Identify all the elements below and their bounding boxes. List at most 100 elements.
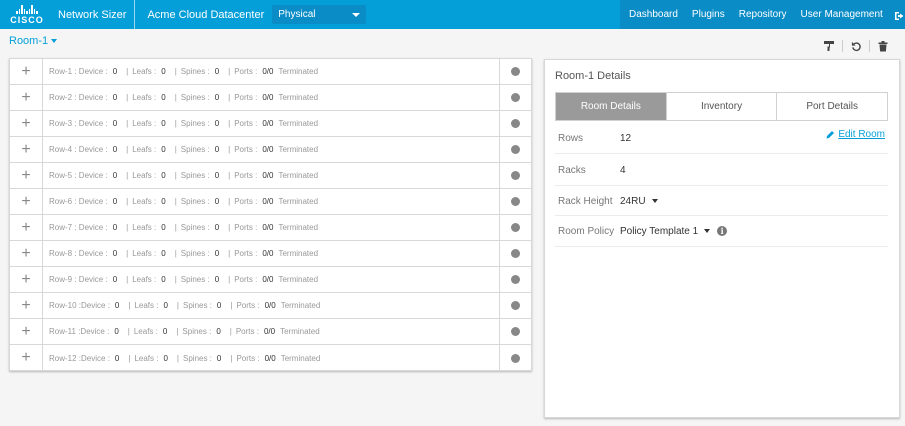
room-selector-label: Room-1 [9,35,49,47]
separator: | [174,223,177,232]
expand-plus-icon[interactable]: + [10,85,43,110]
spines-count: 0 [214,223,220,232]
separator: | [174,119,177,128]
row-item[interactable]: + Row-1 : Device :0 | Leafs :0 | Spines :0 | P… [10,59,531,85]
row-item[interactable]: + Row-9 : Device :0 | Leafs :0 | Spines :0 | P… [10,267,531,293]
expand-plus-icon[interactable]: + [10,345,43,371]
spines-count: 0 [216,327,221,336]
row-name: Row-4 : [49,145,77,154]
expand-plus-icon[interactable]: + [10,163,43,188]
expand-plus-icon[interactable]: + [10,267,43,292]
expand-plus-icon[interactable]: + [10,241,43,266]
racks-value: 4 [620,164,626,176]
row-status [500,215,531,240]
separator: | [126,93,129,102]
nav-repository[interactable]: Repository [732,9,794,20]
row-item[interactable]: + Row-4 : Device :0 | Leafs :0 | Spines :0 | P… [10,137,531,163]
separator: | [228,223,231,232]
cisco-logo[interactable]: CISCO [4,0,50,29]
device-count: 0 [114,327,119,336]
row-item[interactable]: + Row-2 : Device :0 | Leafs :0 | Spines :0 | P… [10,85,531,111]
ports-label: Ports : [234,119,258,128]
header-divider [134,0,136,29]
cisco-logo-text: CISCO [10,14,44,25]
leafs-label: Leafs : [132,119,157,128]
room-selector[interactable]: Room-1 [9,35,58,47]
separator: | [230,301,233,310]
status-dot-icon [511,67,520,76]
row-summary: Row-9 : Device :0 | Leafs :0 | Spines :0 | Por… [43,267,500,292]
row-name: Row-9 : [49,275,77,284]
separator: | [126,171,129,180]
separator: | [126,67,129,76]
row-item[interactable]: + Row-11 : Device :0 | Leafs :0 | Spines :0 | P… [10,319,531,345]
status-dot-icon [511,301,520,310]
ports-count: 0/0 [262,275,274,284]
undo-icon[interactable] [849,39,863,53]
ports-count: 0/0 [262,67,274,76]
ports-label: Ports : [234,171,258,180]
nav-plugins[interactable]: Plugins [685,9,732,20]
room-policy-value: Policy Template 1 [620,225,699,237]
view-select[interactable]: Physical [272,5,367,24]
device-count: 0 [112,249,118,258]
main-nav: Dashboard Plugins Repository User Manage… [620,0,905,29]
room-policy-dropdown[interactable]: Policy Template 1 i [620,225,728,237]
leafs-label: Leafs : [132,93,157,102]
row-item[interactable]: + Row-8 : Device :0 | Leafs :0 | Spines :0 | P… [10,241,531,267]
field-room-policy: Room Policy Policy Template 1 i [555,216,888,247]
row-name: Row-6 : [49,197,77,206]
separator: | [174,275,177,284]
info-icon[interactable]: i [717,226,728,236]
terminated-label: Terminated [278,275,319,284]
app-title[interactable]: Network Sizer [58,9,126,21]
tab-room-details[interactable]: Room Details [556,93,667,120]
separator: | [174,145,177,154]
separator: | [176,301,179,310]
rack-height-dropdown[interactable]: 24RU [620,196,658,207]
row-item[interactable]: + Row-6 : Device :0 | Leafs :0 | Spines :0 | P… [10,189,531,215]
tab-port-details[interactable]: Port Details [777,93,888,120]
leafs-label: Leafs : [134,301,159,310]
leafs-count: 0 [161,249,166,258]
leafs-label: Leafs : [132,67,157,76]
room-toolbar [822,39,890,53]
paint-roller-icon[interactable] [822,39,836,53]
ports-count: 0/0 [262,171,274,180]
expand-plus-icon[interactable]: + [10,189,43,214]
ports-label: Ports : [234,275,258,284]
row-item[interactable]: + Row-12 : Device :0 | Leafs :0 | Spines :0 | P… [10,345,531,371]
spines-label: Spines : [183,301,212,310]
spines-count: 0 [214,275,220,284]
row-item[interactable]: + Row-7 : Device :0 | Leafs :0 | Spines :0 | P… [10,215,531,241]
leafs-count: 0 [161,197,166,206]
status-dot-icon [511,223,520,232]
separator: | [174,197,177,206]
nav-dashboard[interactable]: Dashboard [620,9,685,20]
device-label: Device : [78,145,108,154]
expand-plus-icon[interactable]: + [10,59,43,84]
nav-user-management[interactable]: User Management [794,9,890,20]
expand-plus-icon[interactable]: + [10,111,43,136]
logout-icon[interactable] [894,10,905,20]
row-item[interactable]: + Row-3 : Device :0 | Leafs :0 | Spines :0 | P… [10,111,531,137]
device-count: 0 [112,275,118,284]
expand-plus-icon[interactable]: + [10,293,43,318]
row-name: Row-7 : [49,223,77,232]
device-count: 0 [114,301,120,310]
tab-inventory[interactable]: Inventory [666,93,778,120]
ports-count: 0/0 [264,301,276,310]
spines-count: 0 [214,249,220,258]
expand-plus-icon[interactable]: + [10,137,43,162]
trash-icon[interactable] [876,39,890,53]
expand-plus-icon[interactable]: + [10,319,43,344]
expand-plus-icon[interactable]: + [10,215,43,240]
separator: | [174,67,177,76]
device-label: Device : [81,301,110,310]
spines-label: Spines : [180,119,210,128]
cisco-logo-bars-icon [16,4,38,14]
ports-count: 0/0 [262,119,274,128]
leafs-count: 0 [161,275,166,284]
row-item[interactable]: + Row-5 : Device :0 | Leafs :0 | Spines :0 | P… [10,163,531,189]
row-item[interactable]: + Row-10 : Device :0 | Leafs :0 | Spines :0 | P… [10,293,531,319]
